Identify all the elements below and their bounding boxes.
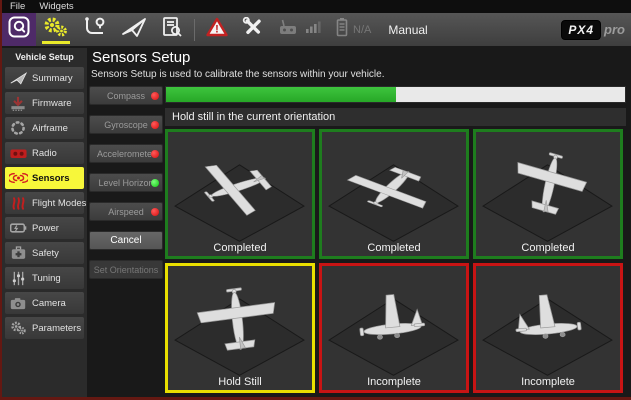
gyroscope-button[interactable]: Gyroscope — [89, 115, 163, 134]
instruction-text: Hold still in the current orientation — [172, 111, 335, 123]
px4-logo: PX4 pro — [561, 20, 625, 40]
summary-plane-icon — [8, 71, 28, 86]
radio-icon — [8, 147, 28, 160]
sidebar-item-summary[interactable]: Summary — [5, 67, 84, 89]
active-view-underline — [42, 41, 70, 44]
orientation-tile-nose-down: Hold Still — [165, 263, 315, 393]
tile-status-label: Hold Still — [168, 376, 312, 388]
orientation-tile-left-side: Incomplete — [319, 263, 469, 393]
menu-file[interactable]: File — [10, 1, 25, 12]
log-analyze-button[interactable] — [154, 13, 190, 46]
set-orientations-button[interactable]: Set Orientations — [89, 260, 163, 279]
qgroundcontrol-window: File Widgets — [0, 0, 631, 400]
safety-first-aid-icon — [8, 246, 28, 260]
sidebar-header: Vehicle Setup — [2, 48, 87, 65]
sidebar-item-camera[interactable]: Camera — [5, 292, 84, 314]
plan-waypoints-icon — [83, 16, 107, 43]
tile-status-label: Incomplete — [476, 376, 620, 388]
toolbar-separator — [194, 19, 195, 41]
sensor-buttons-column: Compass Gyroscope Accelerometer Level Ho… — [89, 86, 163, 279]
power-battery-icon — [8, 222, 28, 234]
tile-status-label: Completed — [322, 242, 466, 254]
level-horizon-status-dot — [151, 179, 159, 187]
sidebar-item-airframe[interactable]: Airframe — [5, 117, 84, 139]
tile-status-label: Incomplete — [322, 376, 466, 388]
sidebar-item-safety[interactable]: Safety — [5, 242, 84, 264]
plane-level-image — [168, 132, 312, 256]
tools-icon — [242, 17, 264, 42]
plane-nose-up-image — [476, 132, 620, 256]
sidebar-item-power[interactable]: Power — [5, 217, 84, 239]
cancel-button[interactable]: Cancel — [89, 231, 163, 250]
vehicle-setup-sidebar: Vehicle Setup Summary Firmware Airframe … — [2, 48, 87, 397]
accelerometer-button[interactable]: Accelerometer — [89, 144, 163, 163]
px4-pro-text: pro — [604, 22, 625, 37]
vehicle-messages-button[interactable]: ! — [199, 13, 235, 46]
tuning-sliders-icon — [8, 271, 28, 286]
parameters-gears-icon — [8, 321, 28, 335]
sidebar-item-parameters[interactable]: Parameters — [5, 317, 84, 339]
orientation-tile-level: Completed — [165, 129, 315, 259]
calibration-progress-bar — [165, 86, 626, 103]
plane-right-side-image — [476, 266, 620, 390]
svg-text:!: ! — [215, 24, 219, 36]
battery-status-text: N/A — [353, 24, 371, 36]
sidebar-item-radio[interactable]: Radio — [5, 142, 84, 164]
orientation-tile-upside-down: Completed — [319, 129, 469, 259]
firmware-download-icon — [8, 96, 28, 111]
plan-view-button[interactable] — [76, 13, 114, 46]
camera-icon — [8, 297, 28, 310]
plane-upside-down-image — [322, 132, 466, 256]
fly-view-button[interactable] — [114, 13, 154, 46]
battery-indicator: N/A — [328, 13, 382, 46]
toolbar: ! N/A Manual PX4 pro — [2, 13, 631, 46]
tile-status-label: Completed — [168, 242, 312, 254]
orientation-tile-right-side: Incomplete — [473, 263, 623, 393]
menu-bar: File Widgets — [2, 0, 631, 13]
sidebar-item-firmware[interactable]: Firmware — [5, 92, 84, 114]
advanced-tools-button[interactable] — [235, 13, 271, 46]
page-description: Sensors Setup is used to calibrate the s… — [91, 69, 385, 80]
vehicle-setup-gears-icon — [43, 16, 69, 43]
orientation-tile-nose-up: Completed — [473, 129, 623, 259]
instruction-bar: Hold still in the current orientation — [165, 108, 626, 126]
plane-left-side-image — [322, 266, 466, 390]
px4-logo-text: PX4 — [561, 20, 601, 40]
tile-status-label: Completed — [476, 242, 620, 254]
sensors-signal-icon — [8, 171, 28, 185]
level-horizon-button[interactable]: Level Horizon — [89, 173, 163, 192]
battery-icon — [335, 17, 349, 42]
qgc-home-button[interactable] — [2, 13, 36, 46]
sidebar-item-flight-modes[interactable]: Flight Modes — [5, 192, 84, 214]
rc-signal-indicator — [271, 13, 305, 46]
calibration-progress-fill — [166, 87, 396, 102]
gyroscope-status-dot — [151, 121, 159, 129]
plane-nose-down-image — [168, 266, 312, 390]
sidebar-item-sensors[interactable]: Sensors — [5, 167, 84, 189]
vehicle-setup-button[interactable] — [36, 13, 76, 46]
warning-triangle-icon: ! — [206, 17, 228, 42]
airspeed-status-dot — [151, 208, 159, 216]
menu-widgets[interactable]: Widgets — [39, 1, 73, 12]
orientation-grid: Completed Completed Completed Hold Still… — [165, 129, 631, 393]
airframe-dotted-circle-icon — [8, 120, 28, 136]
telemetry-signal-indicator — [305, 13, 328, 46]
page-title: Sensors Setup — [92, 49, 190, 66]
fly-paper-plane-icon — [121, 16, 147, 43]
qgc-logo-icon — [7, 15, 31, 44]
signal-bars-icon — [305, 19, 321, 40]
accelerometer-status-dot — [151, 150, 159, 158]
compass-button[interactable]: Compass — [89, 86, 163, 105]
sidebar-item-tuning[interactable]: Tuning — [5, 267, 84, 289]
compass-status-dot — [151, 92, 159, 100]
rc-controller-icon — [278, 18, 298, 41]
airspeed-button[interactable]: Airspeed — [89, 202, 163, 221]
flight-mode-indicator[interactable]: Manual — [388, 23, 427, 37]
flight-modes-waves-icon — [8, 196, 28, 211]
log-analyze-document-icon — [161, 16, 183, 43]
